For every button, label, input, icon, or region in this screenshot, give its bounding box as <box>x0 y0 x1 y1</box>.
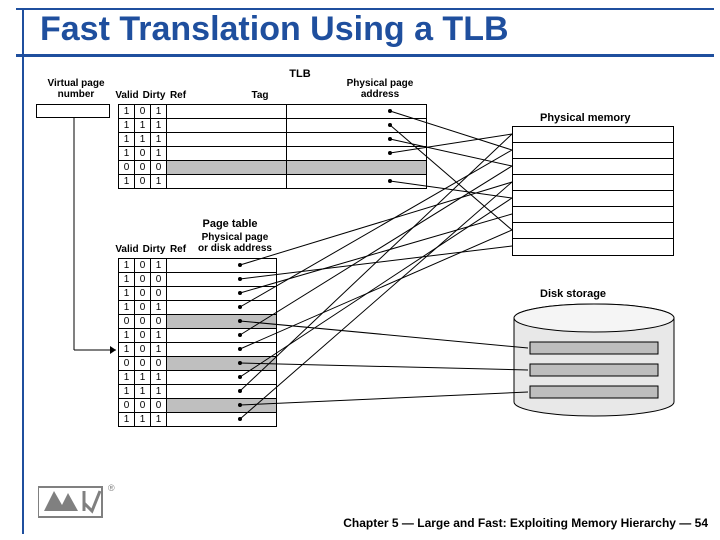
page-title: Fast Translation Using a TLB <box>40 10 509 49</box>
tlb-dirty-label: Dirty <box>140 90 168 101</box>
tlb-ref-label: Ref <box>166 90 190 101</box>
tlb-table: 101111111101000101 <box>118 104 427 189</box>
pt-valid-label: Valid <box>112 244 142 255</box>
page-table: 101100100101000101101000111111000111 <box>118 258 277 427</box>
tlb-diagram: TLB Virtual page number Valid Dirty Ref … <box>40 70 680 490</box>
svg-text:®: ® <box>108 483 115 493</box>
pt-label: Page table <box>190 218 270 230</box>
pm-label: Physical memory <box>540 112 650 124</box>
physical-memory <box>512 126 674 256</box>
tlb-valid-label: Valid <box>112 90 142 101</box>
ppa-label: Physical page address <box>340 78 420 100</box>
footer-text: Chapter 5 — Large and Fast: Exploiting M… <box>0 516 708 530</box>
title-underline <box>16 54 714 57</box>
vpn-box <box>36 104 110 118</box>
disk-label: Disk storage <box>540 288 640 300</box>
tlb-label: TLB <box>280 68 320 80</box>
tag-label: Tag <box>240 90 280 101</box>
disk-storage-icon <box>510 302 678 427</box>
pt-dirty-label: Dirty <box>140 244 168 255</box>
ppd-label: Physical page or disk address <box>190 232 280 254</box>
title-rule-left <box>22 8 24 534</box>
vpn-label: Virtual page number <box>40 78 112 100</box>
pt-ref-label: Ref <box>166 244 190 255</box>
